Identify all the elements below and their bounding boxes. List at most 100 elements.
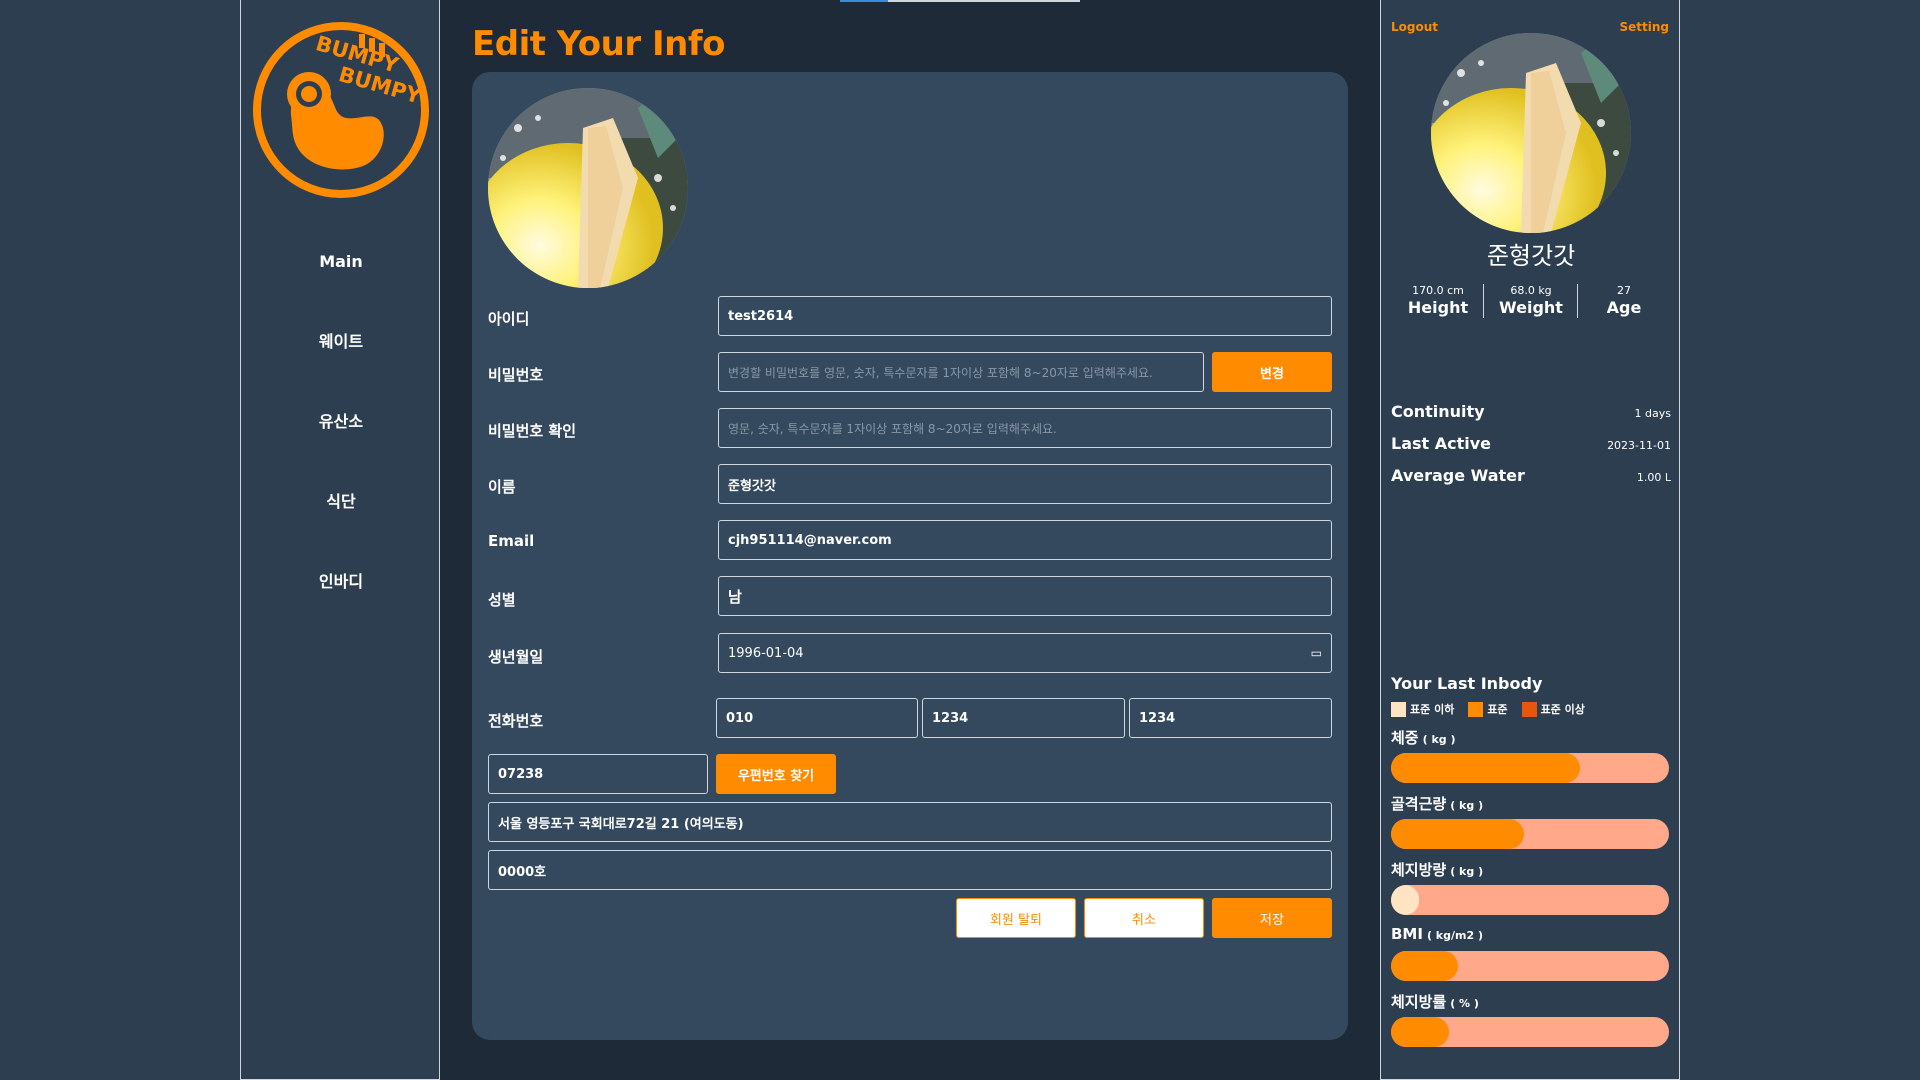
- withdraw-button[interactable]: 회원 탈퇴: [956, 898, 1076, 938]
- password-field[interactable]: 변경할 비밀번호를 영문, 숫자, 특수문자를 1자이상 포함해 8~20자로 …: [718, 352, 1204, 392]
- stat-divider: [1577, 284, 1578, 318]
- panel-avatar: [1431, 33, 1631, 233]
- cancel-button[interactable]: 취소: [1084, 898, 1204, 938]
- stat-height: 170.0 cm Height: [1398, 284, 1478, 317]
- metric-weight-unit: ( kg ): [1422, 733, 1456, 746]
- legend-item-normal: 표준: [1468, 701, 1508, 717]
- phone-field-3[interactable]: 1234: [1129, 698, 1332, 738]
- name-label: 이름: [488, 478, 516, 496]
- profile-avatar[interactable]: [488, 88, 688, 288]
- gender-field[interactable]: 남: [718, 576, 1332, 616]
- main-content: Edit Your Info 아이디 test2614 비밀번호 변경할 비밀번…: [440, 0, 1380, 1080]
- birth-date-field[interactable]: 1996-01-04 ▭: [718, 633, 1332, 673]
- gender-label: 성별: [488, 591, 516, 609]
- metric-weight-label: 체중( kg ): [1391, 727, 1456, 748]
- metric-muscle-label: 골격근량( kg ): [1391, 793, 1483, 814]
- info-average-water-key: Average Water: [1391, 466, 1525, 485]
- stat-height-value: 170.0 cm: [1412, 284, 1464, 297]
- metric-fat-pct-label: 체지방률( % ): [1391, 991, 1479, 1012]
- metric-bmi-name: BMI: [1391, 925, 1423, 943]
- sidebar-item-main[interactable]: Main: [241, 240, 441, 320]
- id-label: 아이디: [488, 310, 530, 328]
- legend-item-above: 표준 이상: [1521, 701, 1585, 717]
- metric-muscle-unit: ( kg ): [1450, 799, 1484, 812]
- legend-swatch-normal: [1468, 701, 1484, 717]
- metric-weight-bar: [1391, 753, 1669, 783]
- info-average-water: Average Water 1.00 L: [1391, 466, 1671, 485]
- metric-bmi-bar: [1391, 951, 1669, 981]
- left-sidebar: BUMPY BUMPY Main 웨이트 유산소 식단 인바디: [240, 0, 440, 1080]
- info-average-water-value: 1.00 L: [1636, 471, 1671, 484]
- metric-fat-mass-bar: [1391, 885, 1669, 915]
- metric-fat-pct-name: 체지방률: [1391, 993, 1447, 1011]
- setting-link[interactable]: Setting: [1620, 20, 1670, 34]
- bumpy-logo[interactable]: BUMPY BUMPY: [251, 20, 431, 200]
- metric-fat-mass-name: 체지방량: [1391, 861, 1447, 879]
- metric-muscle-bar: [1391, 819, 1669, 849]
- metric-fat-pct-bar-fill: [1391, 1017, 1450, 1047]
- legend-item-below: 표준 이하: [1391, 701, 1454, 717]
- legend-swatch-above: [1521, 701, 1537, 717]
- metric-fat-pct-bar: [1391, 1017, 1669, 1047]
- postcode-field[interactable]: 07238: [488, 754, 708, 794]
- metric-muscle-bar-fill: [1391, 819, 1525, 849]
- top-scroll-indicator: [840, 0, 1080, 2]
- metric-weight-bar-fill: [1391, 753, 1581, 783]
- id-field[interactable]: test2614: [718, 296, 1332, 336]
- metric-fat-mass-label: 체지방량( kg ): [1391, 859, 1483, 880]
- address-detail-field[interactable]: 0000호: [488, 850, 1332, 890]
- phone-field-2[interactable]: 1234: [922, 698, 1125, 738]
- info-last-active-key: Last Active: [1391, 434, 1492, 453]
- calendar-icon[interactable]: ▭: [1311, 646, 1322, 660]
- sidebar-nav: Main 웨이트 유산소 식단 인바디: [241, 240, 441, 640]
- legend-label-above: 표준 이상: [1540, 703, 1585, 716]
- stat-age-value: 27: [1617, 284, 1631, 297]
- legend-label-normal: 표준: [1487, 703, 1508, 716]
- address-field[interactable]: 서울 영등포구 국회대로72길 21 (여의도동): [488, 802, 1332, 842]
- sidebar-item-cardio[interactable]: 유산소: [241, 400, 441, 480]
- stat-height-label: Height: [1407, 298, 1469, 317]
- sidebar-item-diet[interactable]: 식단: [241, 480, 441, 560]
- email-field[interactable]: cjh951114@naver.com: [718, 520, 1332, 560]
- stat-age: 27 Age: [1584, 284, 1664, 317]
- metric-bmi-unit: ( kg/m2 ): [1426, 929, 1483, 942]
- stat-weight-label: Weight: [1499, 298, 1563, 317]
- save-button[interactable]: 저장: [1212, 898, 1332, 938]
- birth-label: 생년월일: [488, 648, 544, 666]
- metric-muscle-name: 골격근량: [1391, 795, 1447, 813]
- birth-date-value: 1996-01-04: [728, 645, 804, 661]
- page-title: Edit Your Info: [472, 24, 725, 64]
- info-continuity: Continuity 1 days: [1391, 402, 1671, 421]
- inbody-legend: 표준 이하 표준 표준 이상: [1391, 701, 1585, 717]
- phone-label: 전화번호: [488, 712, 544, 730]
- email-label: Email: [488, 532, 535, 550]
- phone-field-1[interactable]: 010: [716, 698, 918, 738]
- info-last-active: Last Active 2023-11-01: [1391, 434, 1671, 453]
- metric-bmi-bar-fill: [1391, 951, 1458, 981]
- right-profile-panel: Logout Setting 준형갓갓 170.0 cm Height 68.0…: [1380, 0, 1680, 1080]
- legend-swatch-below: [1391, 701, 1406, 717]
- info-continuity-value: 1 days: [1634, 407, 1671, 420]
- sidebar-item-weight[interactable]: 웨이트: [241, 320, 441, 400]
- info-last-active-value: 2023-11-01: [1607, 439, 1671, 452]
- password-label: 비밀번호: [488, 366, 544, 384]
- logout-link[interactable]: Logout: [1391, 20, 1438, 34]
- inbody-title: Your Last Inbody: [1391, 674, 1543, 693]
- username: 준형갓갓: [1486, 242, 1576, 270]
- sidebar-item-inbody[interactable]: 인바디: [241, 560, 441, 640]
- name-field[interactable]: 준형갓갓: [718, 464, 1332, 504]
- postcode-search-button[interactable]: 우편번호 찾기: [716, 754, 836, 794]
- metric-fat-mass-unit: ( kg ): [1450, 865, 1484, 878]
- password-change-button[interactable]: 변경: [1212, 352, 1332, 392]
- metric-fat-pct-unit: ( % ): [1450, 997, 1479, 1010]
- stat-divider: [1483, 284, 1484, 318]
- metric-weight-name: 체중: [1391, 729, 1419, 747]
- password-confirm-label: 비밀번호 확인: [488, 422, 577, 440]
- top-scroll-indicator-active: [840, 0, 888, 2]
- info-continuity-key: Continuity: [1391, 402, 1485, 421]
- stat-weight: 68.0 kg Weight: [1491, 284, 1571, 317]
- metric-fat-mass-bar-fill: [1391, 885, 1419, 915]
- stat-weight-value: 68.0 kg: [1510, 284, 1552, 297]
- stat-age-label: Age: [1606, 298, 1642, 317]
- password-confirm-field[interactable]: 영문, 숫자, 특수문자를 1자이상 포함해 8~20자로 입력해주세요.: [718, 408, 1332, 448]
